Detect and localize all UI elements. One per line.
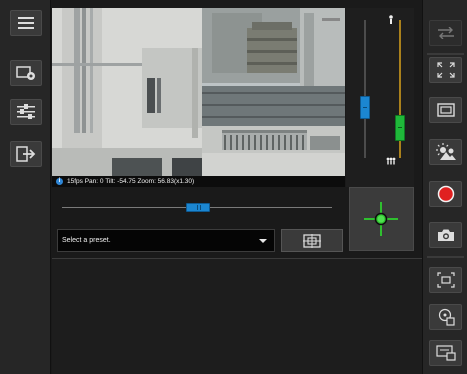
ptz-slider-panel bbox=[346, 8, 414, 187]
fullscreen-button[interactable] bbox=[429, 57, 462, 83]
digital-zoom-button[interactable] bbox=[429, 267, 462, 293]
swap-arrows-icon bbox=[437, 27, 454, 39]
camera-image bbox=[52, 8, 345, 176]
chevron-down-icon bbox=[259, 239, 267, 243]
preset-select-value: Select a preset. bbox=[62, 237, 111, 244]
snapshot-button[interactable] bbox=[429, 222, 462, 248]
camera-video-view[interactable] bbox=[52, 8, 345, 176]
video-status-bar: i 15fps Pan: 0 Tilt: -54.75 Zoom: 56.83(… bbox=[52, 176, 345, 187]
sliders-icon bbox=[17, 104, 35, 119]
toolbar-separator bbox=[427, 53, 464, 55]
left-toolbar bbox=[0, 0, 51, 374]
view-size-button[interactable] bbox=[429, 97, 462, 123]
camera-settings-button[interactable] bbox=[10, 60, 42, 86]
pan-slider-thumb[interactable] bbox=[186, 203, 210, 212]
toolbar-separator bbox=[427, 256, 464, 258]
telephoto-icon bbox=[389, 15, 393, 24]
fullscreen-icon bbox=[436, 62, 455, 78]
tilt-zoom-sliders bbox=[364, 15, 401, 165]
hamburger-menu-icon bbox=[18, 17, 34, 29]
wide-angle-icon bbox=[386, 157, 396, 165]
zoom-slider-thumb[interactable] bbox=[395, 115, 405, 141]
touch-icon bbox=[438, 308, 455, 326]
right-toolbar bbox=[422, 0, 467, 374]
swap-button[interactable] bbox=[429, 20, 462, 46]
exit-icon bbox=[16, 146, 36, 162]
preset-register-icon bbox=[303, 233, 321, 248]
crosshair-icon bbox=[364, 202, 398, 236]
bottom-panel bbox=[52, 259, 422, 374]
day-night-button[interactable] bbox=[429, 139, 462, 165]
menu-button[interactable] bbox=[10, 10, 42, 36]
info-icon: i bbox=[56, 178, 63, 185]
preset-register-button[interactable] bbox=[281, 229, 343, 252]
digital-zoom-icon bbox=[436, 272, 455, 288]
ptz-joystick[interactable] bbox=[349, 187, 414, 251]
touch-ptz-button[interactable] bbox=[429, 304, 462, 330]
view-settings-button[interactable] bbox=[10, 99, 42, 125]
record-icon bbox=[437, 185, 454, 203]
day-night-icon bbox=[435, 143, 456, 160]
video-status-text: 15fps Pan: 0 Tilt: -54.75 Zoom: 56.83(x1… bbox=[67, 178, 195, 185]
screen-capture-button[interactable] bbox=[429, 340, 462, 366]
logout-button[interactable] bbox=[10, 141, 42, 167]
preset-select[interactable]: Select a preset. bbox=[57, 229, 275, 252]
camera-settings-icon bbox=[16, 66, 35, 80]
camera-icon bbox=[437, 229, 454, 241]
record-button[interactable] bbox=[429, 181, 462, 207]
screen-capture-icon bbox=[435, 345, 456, 361]
tilt-slider-thumb[interactable] bbox=[360, 96, 370, 119]
window-icon bbox=[436, 103, 455, 117]
